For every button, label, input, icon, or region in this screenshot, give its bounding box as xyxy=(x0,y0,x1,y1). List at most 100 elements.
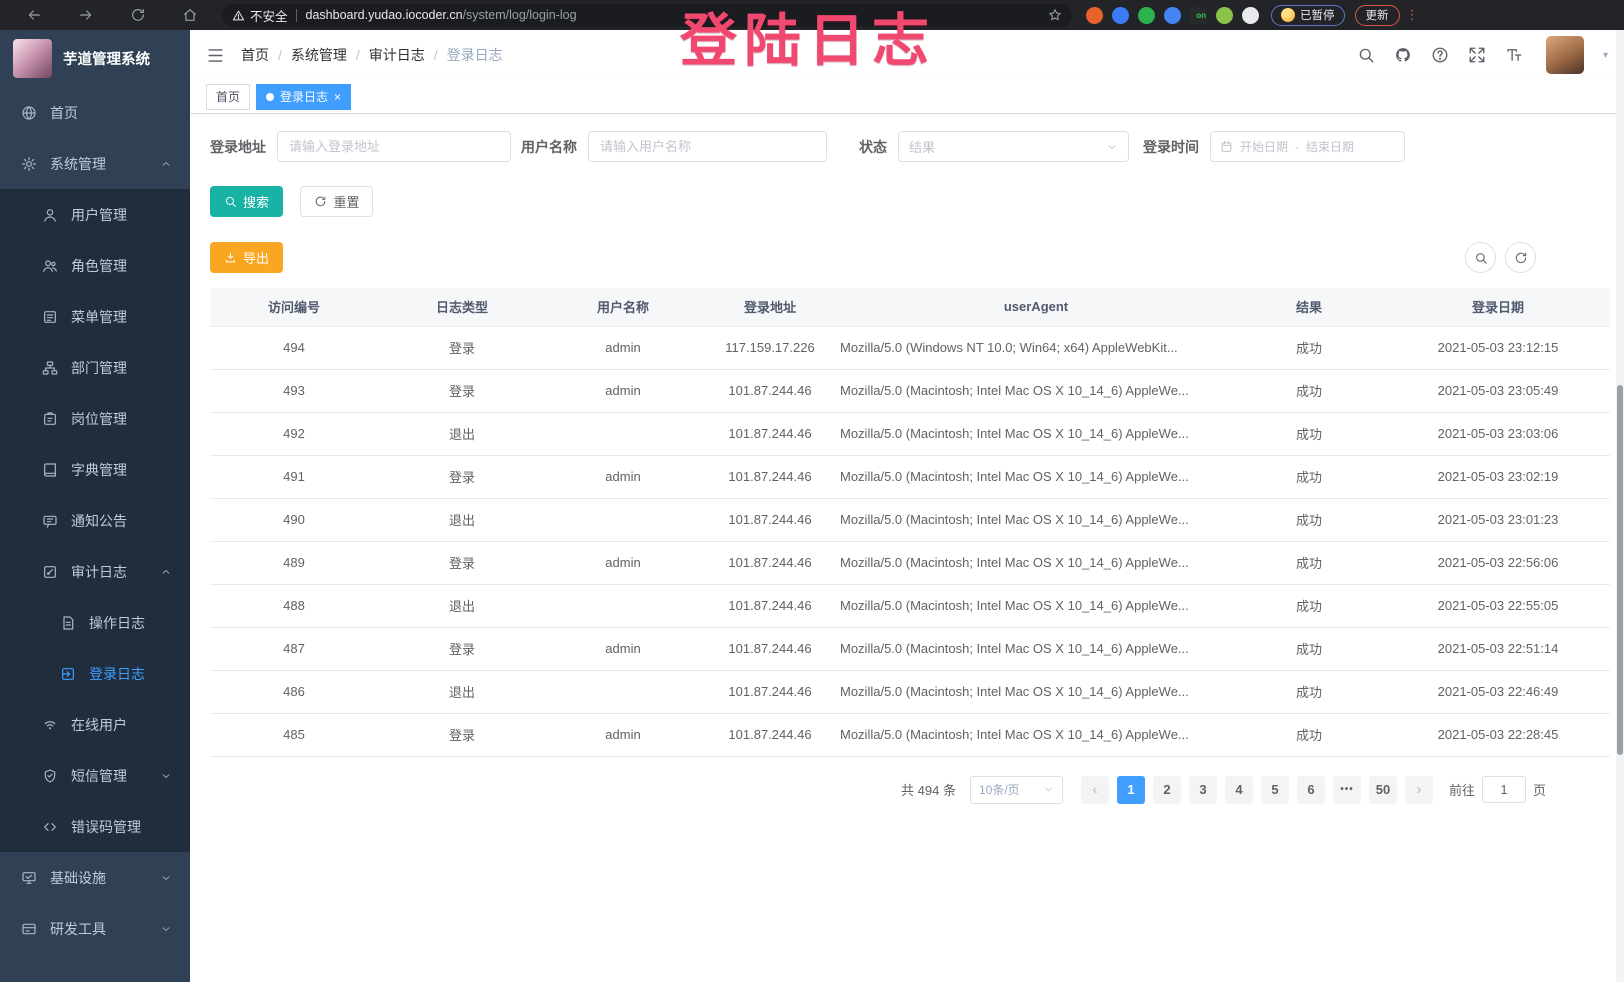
address-bar[interactable]: 不安全 dashboard.yudao.iocoder.cn /system/l… xyxy=(222,4,1072,27)
table-cell: 486 xyxy=(210,670,378,713)
column-header: 结果 xyxy=(1232,288,1386,326)
breadcrumb-item[interactable]: 审计日志 xyxy=(369,45,425,65)
refresh-table-icon[interactable] xyxy=(1505,242,1536,273)
browser-forward-icon[interactable] xyxy=(60,7,112,23)
goto-page-input[interactable] xyxy=(1482,776,1526,803)
avatar-caret-icon[interactable]: ▾ xyxy=(1603,50,1608,61)
book-icon xyxy=(42,462,58,478)
sidebar-item-tools[interactable]: 研发工具 xyxy=(0,903,190,954)
reset-icon xyxy=(314,195,327,208)
sidebar-item-gear[interactable]: 系统管理 xyxy=(0,138,190,189)
username-input[interactable] xyxy=(588,131,827,162)
sidebar-item-badge[interactable]: 岗位管理 xyxy=(0,393,190,444)
table-cell: 101.87.244.46 xyxy=(700,369,840,412)
prev-page-icon[interactable]: ‹ xyxy=(1081,776,1109,804)
url-host: dashboard.yudao.iocoder.cn xyxy=(306,8,463,22)
font-size-icon[interactable] xyxy=(1505,46,1523,64)
chevron-down-icon xyxy=(160,923,172,935)
sidebar-item-online[interactable]: 在线用户 xyxy=(0,699,190,750)
location-extension-icon[interactable] xyxy=(1112,7,1129,24)
page-button-1[interactable]: 1 xyxy=(1117,776,1145,804)
bookmark-star-icon[interactable] xyxy=(1048,8,1062,22)
sidebar-toggle-icon[interactable] xyxy=(206,46,225,65)
sidebar-item-infra[interactable]: 基础设施 xyxy=(0,852,190,903)
security-label: 不安全 xyxy=(250,6,288,25)
update-button[interactable]: 更新 xyxy=(1355,5,1400,26)
firefox-extension-icon[interactable] xyxy=(1086,7,1103,24)
next-page-icon[interactable]: › xyxy=(1405,776,1433,804)
total-count: 共 494 条 xyxy=(901,780,956,799)
more-pages-button[interactable]: ••• xyxy=(1333,776,1361,804)
table-cell: Mozilla/5.0 (Macintosh; Intel Mac OS X 1… xyxy=(840,584,1232,627)
adblock-on-extension-icon[interactable]: on xyxy=(1190,7,1207,24)
sidebar-item-login[interactable]: 登录日志 xyxy=(0,648,190,699)
tree-icon xyxy=(42,360,58,376)
sidebar-item-user[interactable]: 用户管理 xyxy=(0,189,190,240)
table-cell: Mozilla/5.0 (Macintosh; Intel Mac OS X 1… xyxy=(840,713,1232,756)
page-scrollbar xyxy=(1616,30,1624,982)
close-tag-icon[interactable]: × xyxy=(334,91,341,103)
table-cell xyxy=(546,412,700,455)
address-label: 登录地址 xyxy=(210,137,266,157)
emoji-face-icon xyxy=(1281,8,1295,22)
table-cell: 成功 xyxy=(1232,498,1386,541)
sidebar-item-megaphone[interactable]: 通知公告 xyxy=(0,495,190,546)
sidebar-item-dashboard[interactable]: 首页 xyxy=(0,87,190,138)
search-button[interactable]: 搜索 xyxy=(210,186,283,217)
table-cell: 成功 xyxy=(1232,584,1386,627)
table-row: 485登录admin101.87.244.46Mozilla/5.0 (Maci… xyxy=(210,713,1610,756)
status-placeholder: 结果 xyxy=(909,137,935,156)
sidebar-item-sms[interactable]: 短信管理 xyxy=(0,750,190,801)
table-row: 492退出101.87.244.46Mozilla/5.0 (Macintosh… xyxy=(210,412,1610,455)
browser-reload-icon[interactable] xyxy=(112,7,164,23)
docs-help-icon[interactable] xyxy=(1431,46,1449,64)
sidebar-item-code[interactable]: 错误码管理 xyxy=(0,801,190,852)
page-button-5[interactable]: 5 xyxy=(1261,776,1289,804)
breadcrumb-item[interactable]: 系统管理 xyxy=(291,45,347,65)
browser-home-icon[interactable] xyxy=(164,7,216,23)
status-select[interactable]: 结果 xyxy=(898,131,1129,162)
puzzle-extension-icon[interactable] xyxy=(1242,7,1259,24)
breadcrumb-item[interactable]: 首页 xyxy=(241,45,269,65)
grid-extension-icon[interactable] xyxy=(1164,7,1181,24)
pagination: 共 494 条 10条/页 ‹ 123456•••50 › 前往 页 xyxy=(210,776,1608,804)
sidebar-item-tree[interactable]: 部门管理 xyxy=(0,342,190,393)
page-button-4[interactable]: 4 xyxy=(1225,776,1253,804)
sidebar-item-audit[interactable]: 审计日志 xyxy=(0,546,190,597)
scrollbar-thumb[interactable] xyxy=(1617,385,1623,755)
column-header: 登录日期 xyxy=(1386,288,1610,326)
url-path: /system/log/login-log xyxy=(463,8,577,22)
sidebar-item-doc[interactable]: 操作日志 xyxy=(0,597,190,648)
green-check-extension-icon[interactable] xyxy=(1138,7,1155,24)
sidebar-item-book[interactable]: 字典管理 xyxy=(0,444,190,495)
toggle-search-icon[interactable] xyxy=(1465,242,1496,273)
reset-button[interactable]: 重置 xyxy=(300,186,373,217)
table-cell: 493 xyxy=(210,369,378,412)
page-button-50[interactable]: 50 xyxy=(1369,776,1397,804)
page-button-3[interactable]: 3 xyxy=(1189,776,1217,804)
paused-label: 已暂停 xyxy=(1300,7,1335,23)
page-content: 登录地址 用户名称 状态 结果 登录时间 开始日期 - 结束日期 xyxy=(190,114,1624,982)
page-size-select[interactable]: 10条/页 xyxy=(970,776,1063,804)
date-range-picker[interactable]: 开始日期 - 结束日期 xyxy=(1210,131,1405,162)
page-button-2[interactable]: 2 xyxy=(1153,776,1181,804)
export-button[interactable]: 导出 xyxy=(210,242,283,273)
sidebar-item-menu[interactable]: 菜单管理 xyxy=(0,291,190,342)
github-icon[interactable] xyxy=(1394,46,1412,64)
paused-chip[interactable]: 已暂停 xyxy=(1271,5,1345,26)
table-cell: 退出 xyxy=(378,584,546,627)
header-search-icon[interactable] xyxy=(1357,46,1375,64)
user-avatar[interactable] xyxy=(1546,36,1584,74)
address-input[interactable] xyxy=(277,131,511,162)
browser-back-icon[interactable] xyxy=(8,7,60,23)
tag-item[interactable]: 首页 xyxy=(206,84,250,110)
page-button-6[interactable]: 6 xyxy=(1297,776,1325,804)
tag-active[interactable]: 登录日志× xyxy=(256,84,351,110)
table-cell: 2021-05-03 22:46:49 xyxy=(1386,670,1610,713)
sidebar-item-users[interactable]: 角色管理 xyxy=(0,240,190,291)
table-row: 488退出101.87.244.46Mozilla/5.0 (Macintosh… xyxy=(210,584,1610,627)
table-cell xyxy=(546,584,700,627)
fullscreen-icon[interactable] xyxy=(1468,46,1486,64)
browser-menu-icon[interactable]: ⋮ xyxy=(1406,7,1419,23)
plant-extension-icon[interactable] xyxy=(1216,7,1233,24)
